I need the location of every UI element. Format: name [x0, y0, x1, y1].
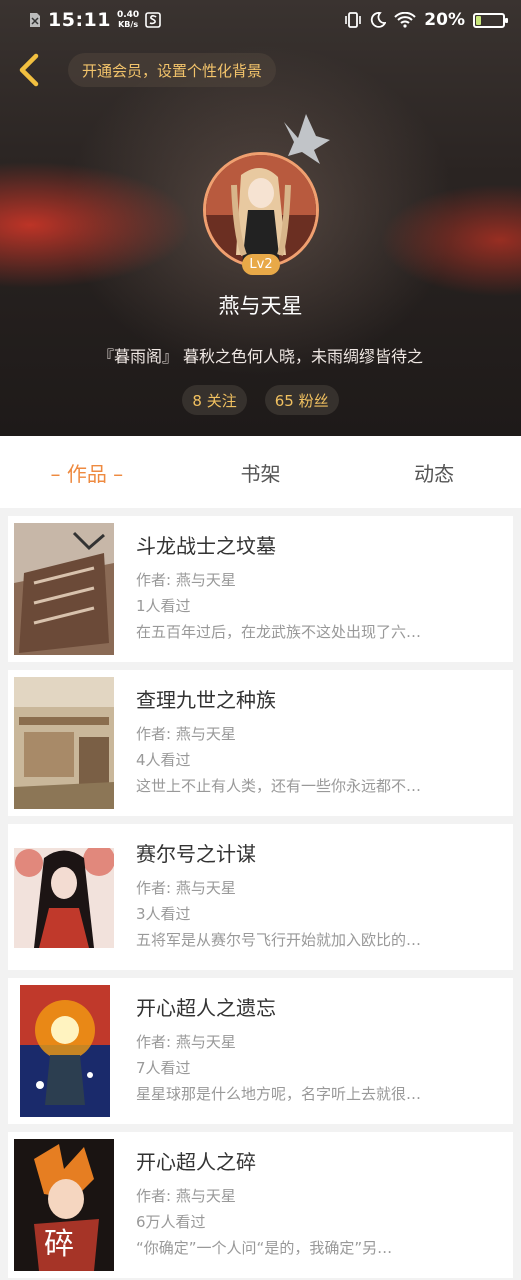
- tab-activity[interactable]: 动态: [347, 458, 521, 487]
- battery-icon: [473, 12, 508, 28]
- avatar[interactable]: [203, 152, 319, 268]
- work-title: 查理九世之种族: [136, 688, 276, 712]
- no-sim-icon: [30, 13, 40, 27]
- work-description: “你确定”一个人问“是的，我确定”另…: [136, 1239, 393, 1257]
- tab-works-label: 作品: [66, 461, 107, 486]
- wifi-icon: [394, 12, 417, 28]
- tab-bookshelf[interactable]: 书架: [174, 458, 348, 487]
- work-views: 1人看过: [136, 597, 191, 615]
- work-title: 开心超人之遗忘: [136, 996, 276, 1020]
- work-views: 7人看过: [136, 1059, 191, 1077]
- tab-bar: – 作品 – 书架 动态: [0, 436, 521, 508]
- user-signature: 『暮雨阁』 暮秋之色何人晓，未雨绸缪皆待之: [97, 347, 424, 366]
- work-author: 作者: 燕与天星: [136, 571, 236, 589]
- clock: 15:11: [48, 9, 111, 31]
- work-card[interactable]: 查理九世之种族 作者: 燕与天星 4人看过 这世上不止有人类，还有一些你永远都不…: [8, 670, 513, 816]
- username: 燕与天星: [218, 294, 303, 318]
- back-arrow-icon[interactable]: [12, 50, 46, 90]
- vip-background-banner[interactable]: 开通会员，设置个性化背景: [68, 53, 277, 87]
- work-card[interactable]: 赛尔号之计谋 作者: 燕与天星 3人看过 五将军是从赛尔号飞行开始就加入欧比的…: [8, 824, 513, 970]
- work-description: 这世上不止有人类，还有一些你永远都不…: [136, 777, 422, 795]
- followers-count[interactable]: 65 粉丝: [264, 385, 339, 415]
- status-bar: 15:11 0.40 KB/s 20%: [0, 0, 521, 40]
- moon-icon: [371, 12, 387, 28]
- stats-row: 8 关注 65 粉丝: [0, 385, 521, 415]
- network-speed: 0.40 KB/s: [116, 10, 140, 30]
- avatar-image: [206, 155, 316, 265]
- work-cover: [14, 848, 114, 948]
- work-views: 6万人看过: [136, 1213, 206, 1231]
- work-title: 赛尔号之计谋: [136, 842, 256, 866]
- work-cover: 碎: [14, 1139, 114, 1271]
- work-views: 3人看过: [136, 905, 191, 923]
- work-description: 五将军是从赛尔号飞行开始就加入欧比的…: [136, 931, 422, 949]
- work-author: 作者: 燕与天星: [136, 1033, 236, 1051]
- tab-works[interactable]: – 作品 –: [0, 458, 174, 487]
- work-card[interactable]: 开心超人之遗忘 作者: 燕与天星 7人看过 星星球那是什么地方呢，名字听上去就很…: [8, 978, 513, 1124]
- battery-percent: 20%: [424, 10, 465, 30]
- level-badge: Lv2: [242, 254, 280, 275]
- tab-works-dash-left: –: [50, 461, 67, 486]
- work-description: 在五百年过后，在龙武族不这处出现了六…: [136, 623, 422, 641]
- work-views: 4人看过: [136, 751, 191, 769]
- work-cover: [20, 985, 110, 1117]
- work-cover: [14, 677, 114, 809]
- profile-header: 15:11 0.40 KB/s 20% 开通会员，设置个性化背景 Lv2 燕与天…: [0, 0, 521, 436]
- battery-level: [476, 15, 481, 25]
- cover-title-text: 碎: [44, 1227, 74, 1262]
- work-author: 作者: 燕与天星: [136, 879, 236, 897]
- work-card[interactable]: 斗龙战士之坟墓 作者: 燕与天星 1人看过 在五百年过后，在龙武族不这处出现了六…: [8, 516, 513, 662]
- work-title: 斗龙战士之坟墓: [136, 534, 276, 558]
- app-notification-icon: [145, 12, 162, 28]
- work-title: 开心超人之碎: [136, 1150, 256, 1174]
- work-author: 作者: 燕与天星: [136, 1187, 236, 1205]
- work-cover: [14, 523, 114, 655]
- work-description: 星星球那是什么地方呢，名字听上去就很…: [136, 1085, 422, 1103]
- work-card[interactable]: 碎 开心超人之碎 作者: 燕与天星 6万人看过 “你确定”一个人问“是的，我确定…: [8, 1132, 513, 1278]
- following-count[interactable]: 8 关注: [182, 385, 247, 415]
- vibrate-icon: [345, 12, 362, 28]
- tab-works-dash-right: –: [106, 461, 124, 486]
- work-author: 作者: 燕与天星: [136, 725, 236, 743]
